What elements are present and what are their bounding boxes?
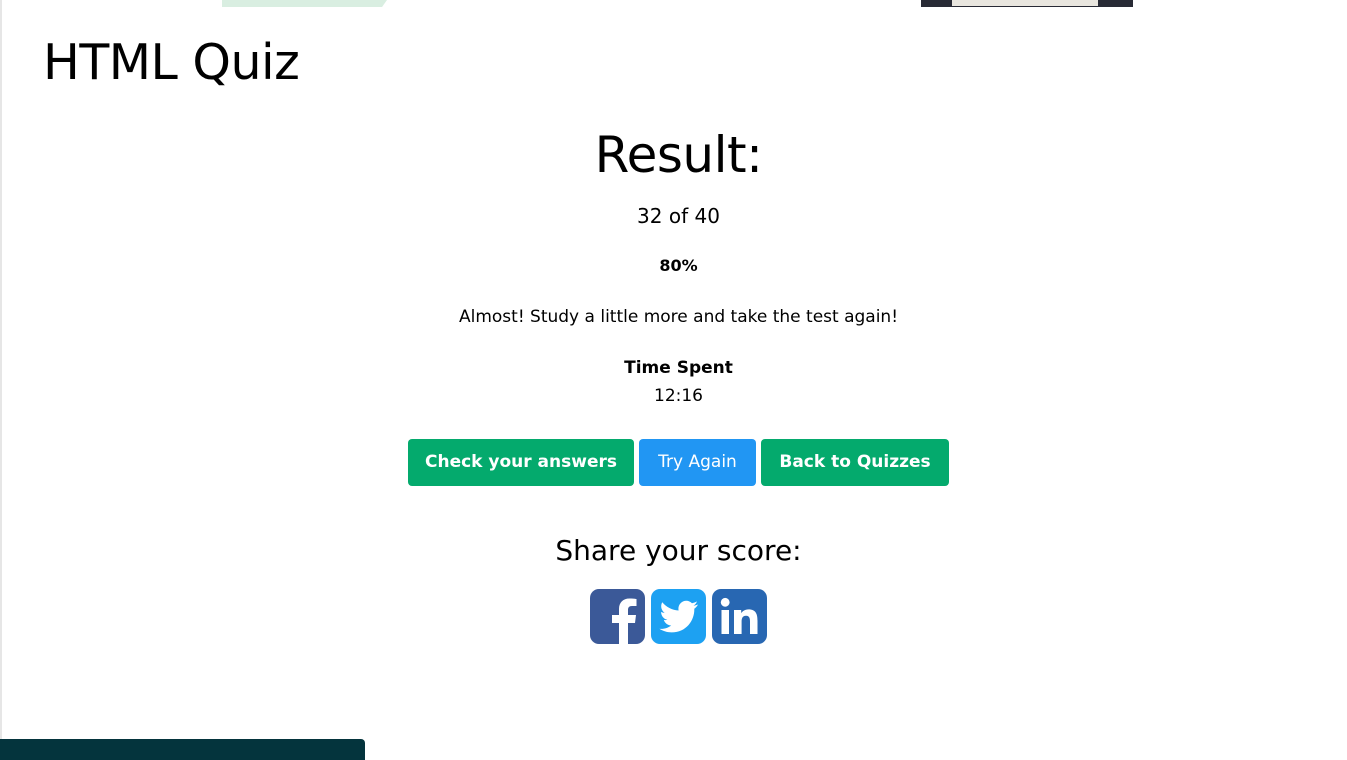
time-spent-value: 12:16 — [654, 386, 703, 406]
share-heading: Share your score: — [555, 534, 802, 567]
percent-text: 80% — [659, 256, 698, 275]
result-actions: Check your answers Try Again Back to Qui… — [408, 439, 949, 486]
result-section: Result: 32 of 40 80% Almost! Study a lit… — [0, 120, 1347, 406]
page-title: HTML Quiz — [43, 34, 300, 91]
linkedin-share-button[interactable] — [712, 589, 767, 644]
quiz-result-page: HTML Quiz Result: 32 of 40 80% Almost! S… — [0, 0, 1347, 760]
twitter-share-button[interactable] — [651, 589, 706, 644]
try-again-button[interactable]: Try Again — [639, 439, 756, 486]
bottom-partial-banner — [0, 739, 365, 760]
result-heading: Result: — [594, 126, 763, 184]
top-partial-banner-green — [222, 0, 387, 7]
check-answers-button[interactable]: Check your answers — [408, 439, 634, 486]
score-text: 32 of 40 — [637, 204, 720, 228]
result-message: Almost! Study a little more and take the… — [458, 307, 899, 327]
share-buttons — [590, 589, 767, 644]
time-spent-label: Time Spent — [624, 358, 733, 378]
twitter-icon — [659, 600, 698, 633]
facebook-icon — [612, 598, 637, 644]
top-partial-banner-image — [952, 0, 1098, 6]
back-to-quizzes-button[interactable]: Back to Quizzes — [761, 439, 949, 486]
linkedin-icon — [720, 597, 758, 634]
facebook-share-button[interactable] — [590, 589, 645, 644]
